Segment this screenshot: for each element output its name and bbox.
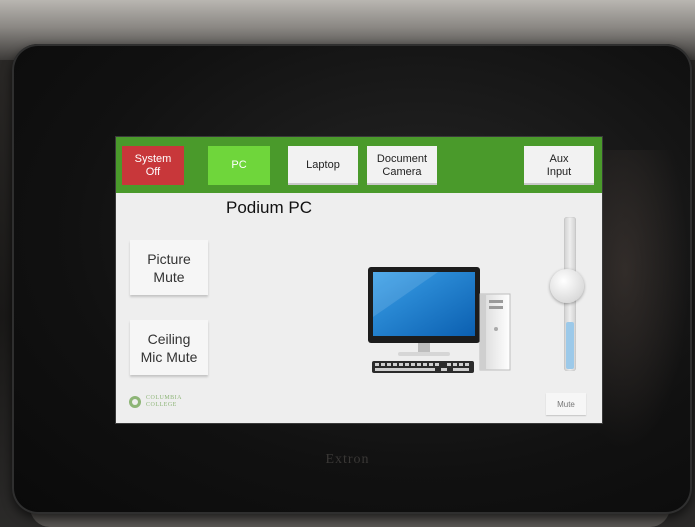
picture-mute-button[interactable]: Picture Mute [130,240,208,295]
source-laptop-button[interactable]: Laptop [288,146,358,185]
volume-mute-button[interactable]: Mute [546,393,586,415]
volume-level-fill [566,322,574,369]
volume-slider-thumb[interactable] [550,269,584,303]
logo-lettering: COLUMBIA COLLEGE [146,395,183,408]
source-aux-input-button[interactable]: Aux Input [524,146,594,185]
source-bar: System Off PC Laptop Document Camera Aux… [116,137,602,193]
system-off-button[interactable]: System Off [122,146,184,185]
desktop-computer-icon [368,267,511,373]
school-seal-icon: COLUMBIA COLLEGE [128,391,208,413]
page-title: Podium PC [226,198,312,217]
ceiling-mic-mute-button[interactable]: Ceiling Mic Mute [130,320,208,375]
seal-emblem-icon [129,396,141,408]
brand-label: Extron [325,452,370,467]
source-document-camera-button[interactable]: Document Camera [367,146,437,185]
source-pc-button[interactable]: PC [208,146,270,185]
touch-screen: System Off PC Laptop Document Camera Aux… [116,137,602,423]
